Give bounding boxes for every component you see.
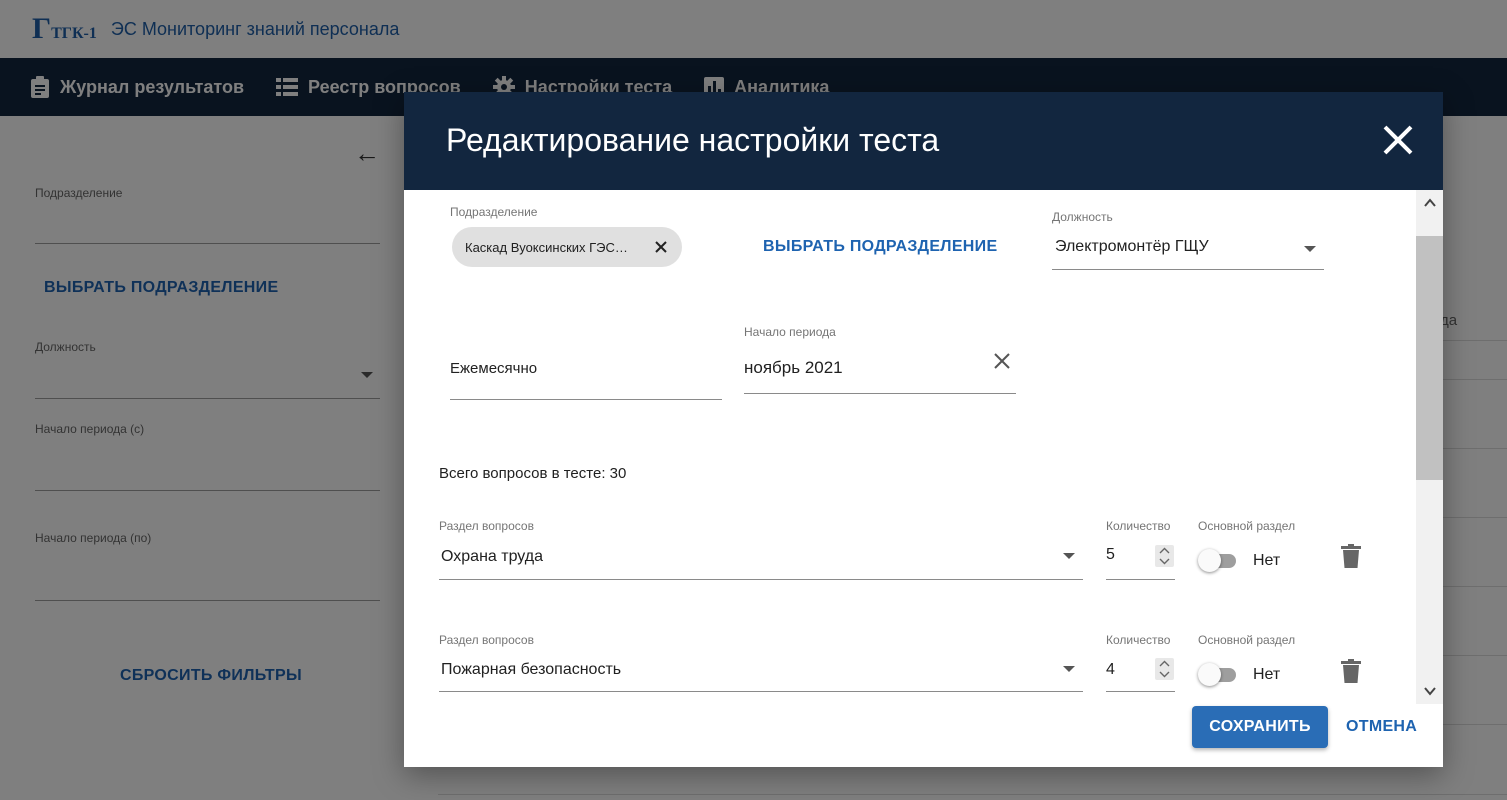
cancel-button[interactable]: ОТМЕНА	[1346, 718, 1417, 736]
main-section-toggle[interactable]	[1198, 549, 1236, 572]
period-start-value: ноябрь 2021	[744, 358, 843, 377]
dialog-content: Подразделение Каскад Вуоксинских ГЭС… ВЫ…	[404, 190, 1443, 704]
chevron-down-icon[interactable]	[1423, 684, 1437, 698]
section-select-value: Охрана труда	[441, 548, 543, 565]
delete-icon[interactable]	[1341, 544, 1361, 568]
division-chip: Каскад Вуоксинских ГЭС…	[452, 227, 682, 267]
main-section-value: Нет	[1253, 666, 1281, 683]
total-questions-text: Всего вопросов в тесте: 30	[439, 465, 627, 482]
chevron-down-icon[interactable]	[1063, 666, 1075, 672]
count-label: Количество	[1106, 633, 1171, 647]
period-start-input[interactable]	[744, 393, 1016, 394]
select-division-button[interactable]: ВЫБРАТЬ ПОДРАЗДЕЛЕНИЕ	[763, 238, 997, 256]
dialog-title: Редактирование настройки теста	[446, 122, 940, 158]
edit-test-setting-dialog: Редактирование настройки теста Подраздел…	[404, 92, 1443, 767]
section-label: Раздел вопросов	[439, 519, 534, 533]
period-start-label: Начало периода	[744, 325, 836, 339]
close-icon[interactable]	[1380, 122, 1416, 158]
quantity-stepper[interactable]	[1155, 545, 1174, 567]
chevron-down-icon[interactable]	[1063, 553, 1075, 559]
count-input[interactable]	[1106, 691, 1175, 692]
main-section-label: Основной раздел	[1198, 633, 1296, 647]
remove-chip-icon[interactable]	[653, 239, 669, 255]
count-value: 4	[1106, 661, 1115, 678]
count-value: 5	[1106, 546, 1115, 563]
chevron-down-icon[interactable]	[1304, 246, 1316, 252]
section-select[interactable]	[439, 579, 1083, 580]
division-chip-label: Каскад Вуоксинских ГЭС…	[465, 239, 628, 255]
division-input[interactable]	[450, 399, 722, 400]
frequency-value: Ежемесячно	[450, 360, 538, 377]
main-section-toggle[interactable]	[1198, 663, 1236, 686]
count-label: Количество	[1106, 519, 1171, 533]
division-label: Подразделение	[450, 205, 538, 219]
save-button[interactable]: СОХРАНИТЬ	[1192, 706, 1328, 748]
main-section-label: Основной раздел	[1198, 519, 1296, 533]
position-label: Должность	[1052, 210, 1113, 224]
position-select-value: Электромонтёр ГЩУ	[1055, 238, 1209, 255]
chevron-up-icon[interactable]	[1423, 196, 1437, 210]
section-select-value: Пожарная безопасность	[441, 661, 622, 678]
main-section-value: Нет	[1253, 552, 1281, 569]
section-label: Раздел вопросов	[439, 633, 534, 647]
delete-icon[interactable]	[1341, 659, 1361, 683]
dialog-header: Редактирование настройки теста	[404, 92, 1443, 190]
clear-icon[interactable]	[993, 352, 1011, 370]
section-select[interactable]	[439, 691, 1083, 692]
scrollbar-thumb[interactable]	[1416, 236, 1443, 480]
scrollbar[interactable]	[1416, 190, 1443, 704]
count-input[interactable]	[1106, 579, 1175, 580]
quantity-stepper[interactable]	[1155, 658, 1174, 680]
position-select[interactable]	[1052, 269, 1324, 270]
